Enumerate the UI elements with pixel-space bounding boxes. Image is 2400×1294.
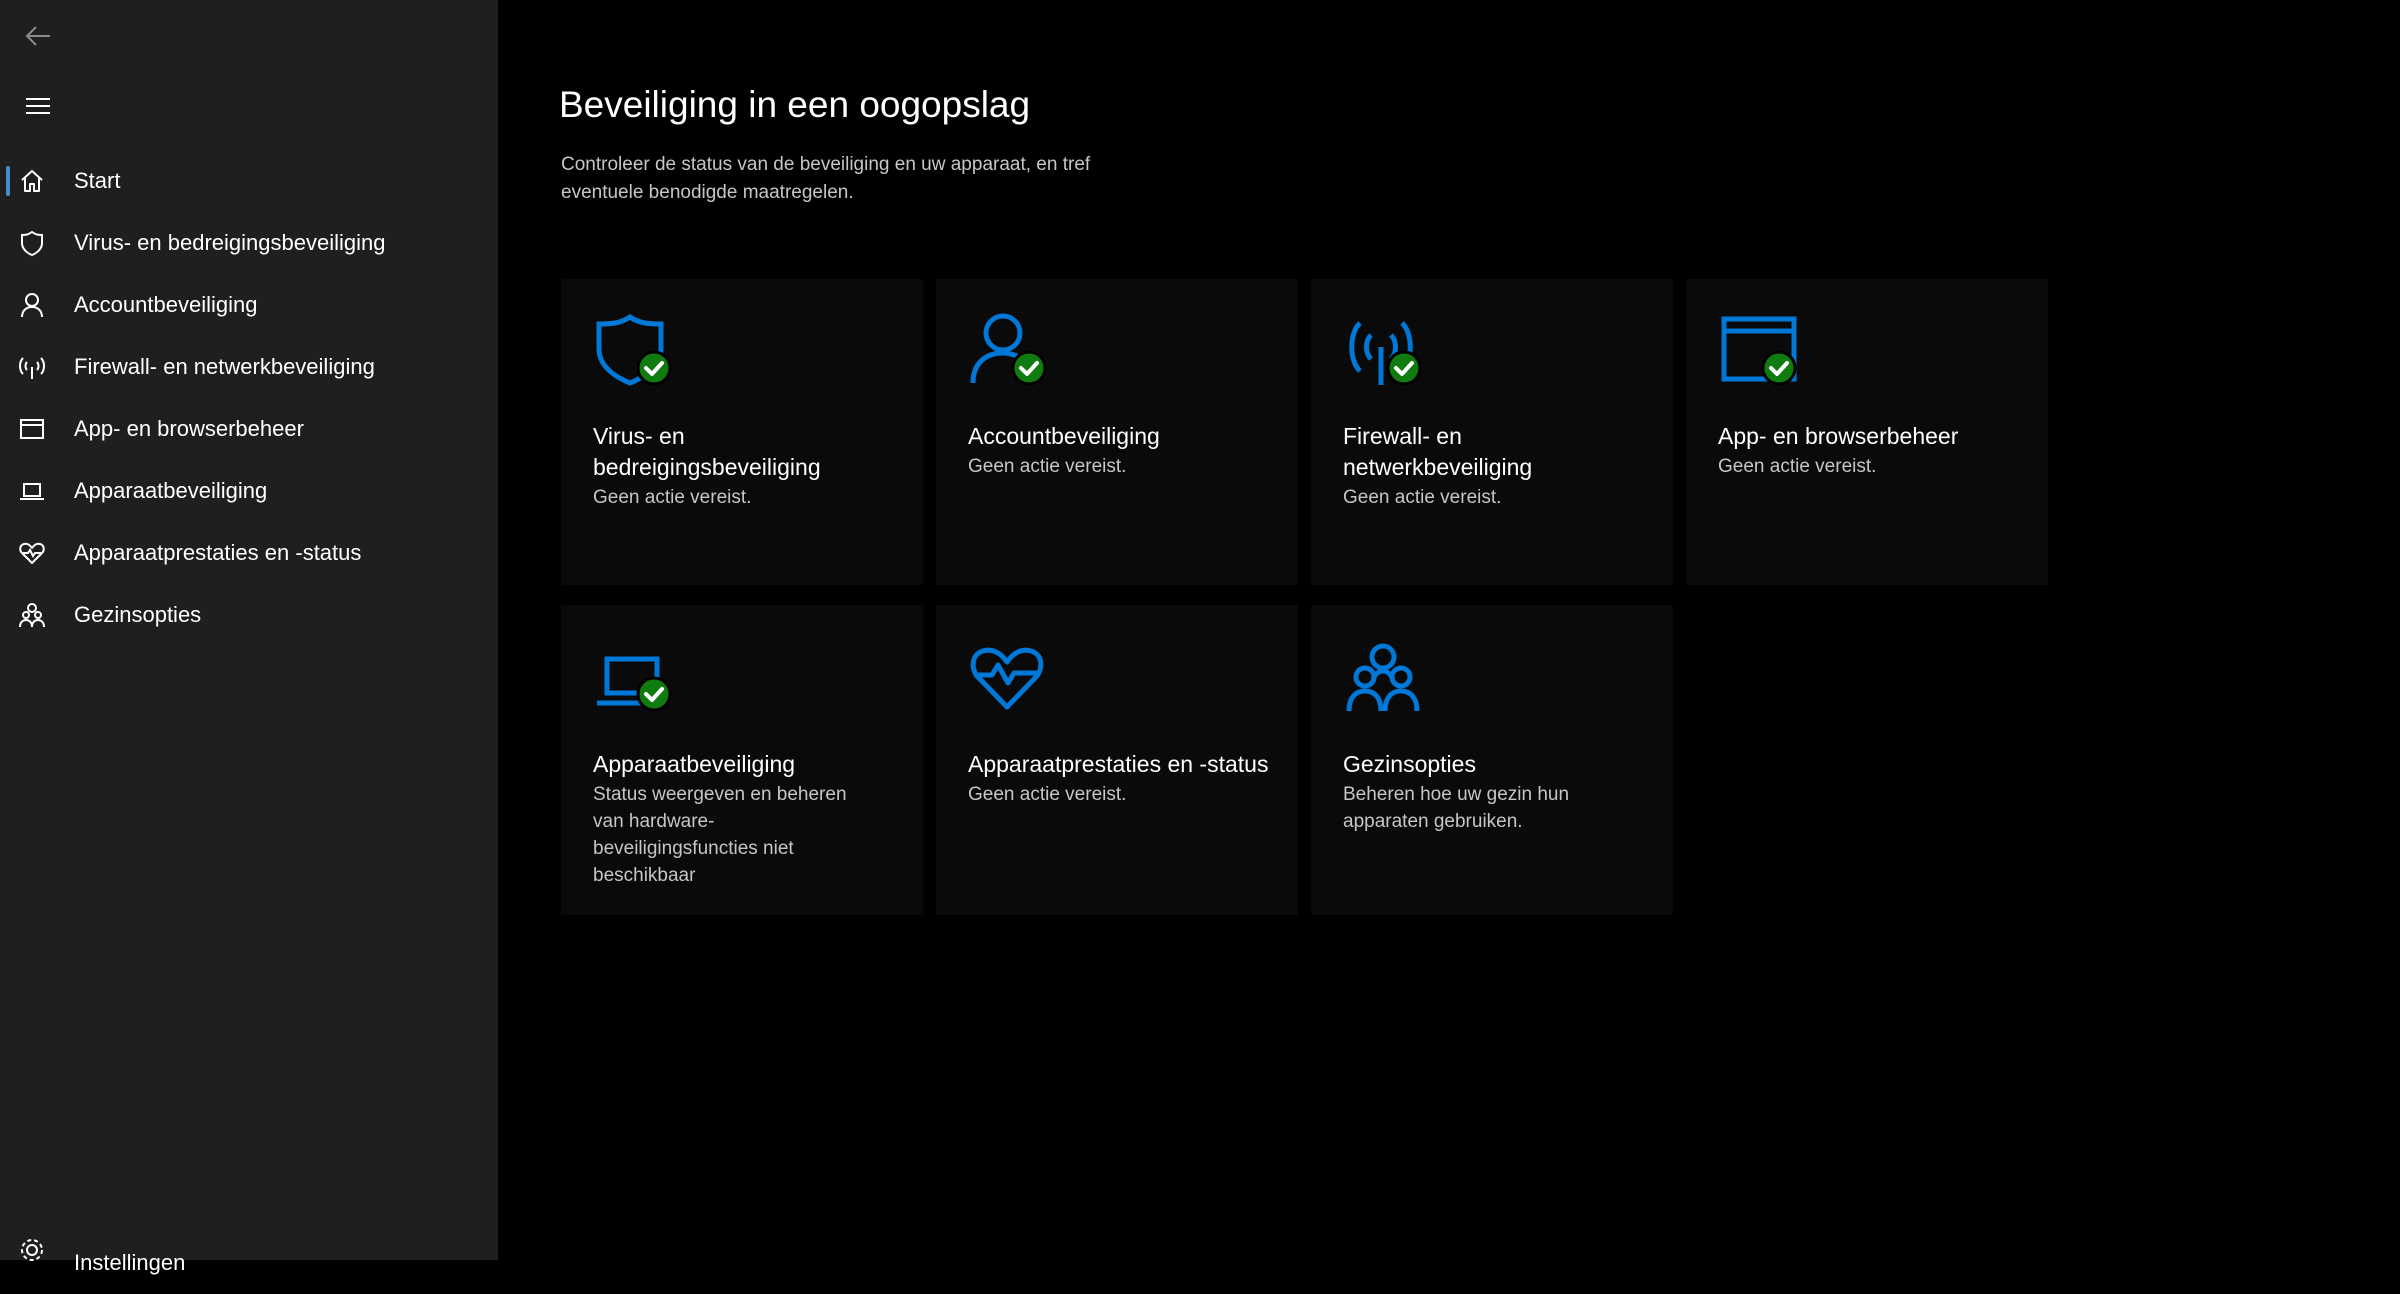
browser-window-check-icon	[1718, 311, 1798, 391]
tile-title: App- en browserbeheer	[1718, 423, 1959, 449]
heart-pulse-icon	[968, 637, 1048, 717]
sidebar-item-label: Apparaatbeveiliging	[74, 478, 268, 503]
sidebar: Start Virus- en bedreigingsbeveiliging A…	[0, 0, 498, 1275]
heart-pulse-icon	[16, 537, 48, 569]
sidebar-item-label: Gezinsopties	[74, 602, 202, 627]
sidebar-item-label: Accountbeveiliging	[74, 292, 258, 317]
sidebar-nav: Start Virus- en bedreigingsbeveiliging A…	[0, 150, 498, 646]
sidebar-item-device-security[interactable]: Apparaatbeveiliging	[0, 460, 498, 522]
tile-title: Gezinsopties	[1343, 751, 1476, 777]
sidebar-item-label: Firewall- en netwerkbeveiliging	[74, 354, 375, 379]
family-icon	[1343, 637, 1423, 717]
antenna-check-icon	[1343, 311, 1423, 391]
tile-device-performance[interactable]: Apparaatprestaties en -status Geen actie…	[936, 605, 1298, 915]
tile-family-options[interactable]: Gezinsopties Beheren hoe uw gezin hun ap…	[1311, 605, 1673, 915]
sidebar-item-family[interactable]: Gezinsopties	[0, 584, 498, 646]
sidebar-item-label: Instellingen	[74, 1250, 186, 1275]
sidebar-item-performance[interactable]: Apparaatprestaties en -status	[0, 522, 498, 584]
sidebar-item-label: Virus- en bedreigingsbeveiliging	[74, 230, 386, 255]
page-title: Beveiliging in een oogopslag	[559, 84, 1031, 125]
tile-app-browser-control[interactable]: App- en browserbeheer Geen actie vereist…	[1686, 279, 2048, 585]
shield-icon	[16, 227, 48, 259]
antenna-icon	[16, 351, 48, 383]
sidebar-item-label: Start	[74, 168, 121, 193]
sidebar-item-account[interactable]: Accountbeveiliging	[0, 274, 498, 336]
sidebar-item-settings[interactable]: Instellingen	[0, 1232, 498, 1294]
tile-description: Geen actie vereist.	[1718, 456, 1877, 477]
tile-firewall-protection[interactable]: Firewall- en netwerkbeveiliging Geen act…	[1311, 279, 1673, 585]
tile-description: Geen actie vereist.	[968, 784, 1127, 805]
back-button[interactable]	[16, 18, 60, 54]
family-icon	[16, 599, 48, 631]
tile-virus-protection[interactable]: Virus- en bedreigingsbeveiliging Geen ac…	[561, 279, 923, 585]
gear-icon	[16, 1234, 48, 1266]
laptop-check-icon	[593, 637, 673, 717]
person-icon	[16, 289, 48, 321]
person-check-icon	[968, 311, 1048, 391]
tile-title: Apparaatprestaties en -status	[968, 751, 1269, 777]
tile-description: Geen actie vereist.	[593, 487, 752, 508]
shield-check-icon	[593, 311, 673, 391]
hamburger-menu-button[interactable]	[16, 88, 60, 124]
sidebar-item-label: Apparaatprestaties en -status	[74, 540, 362, 565]
sidebar-item-app-browser[interactable]: App- en browserbeheer	[0, 398, 498, 460]
tile-title: Accountbeveiliging	[968, 423, 1160, 449]
page-subtitle: Controleer de status van de beveiliging …	[561, 154, 1091, 203]
sidebar-item-virus[interactable]: Virus- en bedreigingsbeveiliging	[0, 212, 498, 274]
tile-description: Geen actie vereist.	[1343, 487, 1502, 508]
back-arrow-icon	[25, 26, 50, 46]
browser-window-icon	[16, 413, 48, 445]
main-content: Beveiliging in een oogopslag Controleer …	[498, 0, 2400, 1260]
hamburger-icon	[26, 98, 50, 114]
tile-title: Virus- en bedreigingsbeveiliging	[593, 423, 821, 480]
sidebar-item-firewall[interactable]: Firewall- en netwerkbeveiliging	[0, 336, 498, 398]
tile-device-security[interactable]: Apparaatbeveiliging Status weergeven en …	[561, 605, 923, 915]
home-icon	[16, 165, 48, 197]
tile-account-protection[interactable]: Accountbeveiliging Geen actie vereist.	[936, 279, 1298, 585]
laptop-icon	[16, 475, 48, 507]
tile-title: Firewall- en netwerkbeveiliging	[1343, 423, 1533, 480]
sidebar-item-label: App- en browserbeheer	[74, 416, 304, 441]
tile-title: Apparaatbeveiliging	[593, 751, 796, 777]
sidebar-item-start[interactable]: Start	[0, 150, 498, 212]
tile-description: Status weergeven en beheren van hardware…	[593, 784, 847, 886]
tile-description: Beheren hoe uw gezin hun apparaten gebru…	[1343, 784, 1570, 832]
tile-description: Geen actie vereist.	[968, 456, 1127, 477]
